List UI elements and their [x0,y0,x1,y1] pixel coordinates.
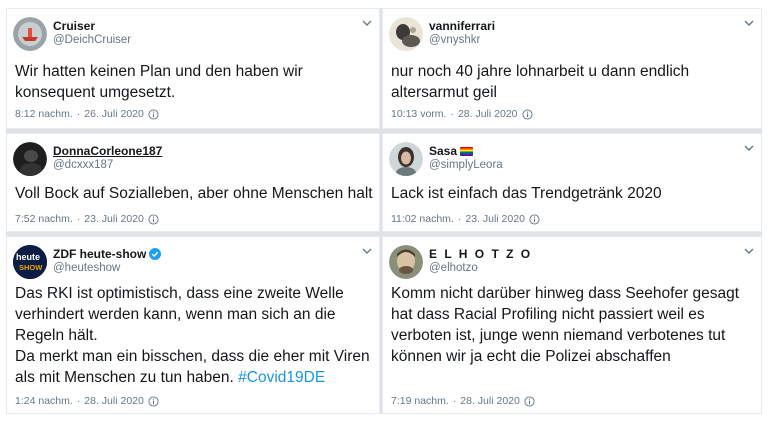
tweet-header: Cruiser @DeichCruiser [13,15,373,53]
meta-separator: · [76,213,81,225]
tweet-text: nur noch 40 jahre lohnarbeit u dann endl… [391,63,690,101]
tweet-header: DonnaCorleone187 @dcxxx187 [13,140,373,178]
info-icon[interactable] [521,108,533,120]
tweet-date[interactable]: 28. Juli 2020 [458,108,518,120]
tweet-text: Lack ist einfach das Trendgetränk 2020 [391,185,662,202]
chevron-down-icon[interactable] [361,245,373,257]
display-name[interactable]: Cruiser [53,19,353,33]
heute-show-logo[interactable]: heute SHOW [13,245,47,279]
chevron-down-icon[interactable] [743,17,755,29]
info-icon[interactable] [148,108,159,120]
user-handle[interactable]: @elhotzo [429,261,735,276]
user-handle[interactable]: @dcxxx187 [53,158,353,173]
tweet-text: Das RKI ist optimistisch, dass eine zwei… [15,283,373,388]
tweet-time[interactable]: 8:12 nachm. [15,108,73,120]
tweet-date[interactable]: 23. Juli 2020 [465,213,525,225]
tweet-card-donnacorleone[interactable]: DonnaCorleone187 @dcxxx187 Voll Bock auf… [6,133,380,232]
meta-separator: · [457,213,462,225]
meta-separator: · [452,395,457,407]
display-name[interactable]: Sasa [429,144,457,158]
tweet-text: Wir hatten keinen Plan und den haben wir… [15,63,303,101]
meta-separator: · [76,108,81,120]
tweet-text: Voll Bock auf Sozialleben, aber ohne Men… [15,185,373,202]
logo-text-show: SHOW [19,263,43,272]
tweet-time[interactable]: 1:24 nachm. [15,395,73,407]
meta-separator: · [76,395,81,407]
tweet-text: Komm nicht darüber hinweg dass Seehofer … [391,285,740,365]
face-avatar[interactable] [389,245,423,279]
user-handle[interactable]: @heuteshow [53,261,353,276]
tweet-meta: 7:52 nachm. · 23. Juli 2020 [15,213,159,225]
tweet-meta: 1:24 nachm. · 28. Juli 2020 [15,395,159,407]
tweet-card-cruiser[interactable]: Cruiser @DeichCruiser Wir hatten keinen … [6,8,380,129]
portrait-avatar[interactable] [389,142,423,176]
tweet-header: E L H O T Z O @elhotzo [389,243,755,281]
ship-avatar[interactable] [13,17,47,51]
tweet-header: heute SHOW ZDF heute-show @heuteshow [13,243,373,281]
display-name[interactable]: DonnaCorleone187 [53,144,353,158]
photo-avatar[interactable] [389,17,423,51]
tweet-card-vanniferrari[interactable]: vanniferrari @vnyshkr nur noch 40 jahre … [382,8,762,129]
tweet-header: Sasa @simplyLeora [389,140,755,178]
tweet-meta: 11:02 nachm. · 23. Juli 2020 [391,213,540,225]
tweet-card-sasa[interactable]: Sasa @simplyLeora Lack ist einfach das T… [382,133,762,232]
tweet-header: vanniferrari @vnyshkr [389,15,755,53]
dark-avatar[interactable] [13,142,47,176]
tweet-card-elhotzo[interactable]: E L H O T Z O @elhotzo Komm nicht darübe… [382,236,762,414]
chevron-down-icon[interactable] [743,245,755,257]
tweet-time[interactable]: 7:19 nachm. [391,395,449,407]
tweet-meta: 10:13 vorm. · 28. Juli 2020 [391,108,533,120]
chevron-down-icon[interactable] [361,17,373,29]
user-handle[interactable]: @simplyLeora [429,158,735,173]
tweet-date[interactable]: 28. Juli 2020 [84,395,144,407]
tweet-grid: Cruiser @DeichCruiser Wir hatten keinen … [6,8,762,414]
tweet-date[interactable]: 28. Juli 2020 [460,395,520,407]
hashtag-link[interactable]: #Covid19DE [238,369,325,386]
logo-text-heute: heute [16,252,40,262]
verified-badge-icon [149,248,162,260]
tweet-card-heuteshow[interactable]: heute SHOW ZDF heute-show @heuteshow Das… [6,236,380,414]
display-name[interactable]: vanniferrari [429,19,735,33]
display-name[interactable]: ZDF heute-show [53,247,146,261]
user-handle[interactable]: @DeichCruiser [53,33,353,48]
tweet-time[interactable]: 7:52 nachm. [15,213,73,225]
rainbow-flag-icon [460,146,474,156]
tweet-meta: 7:19 nachm. · 28. Juli 2020 [391,395,535,407]
tweet-time[interactable]: 10:13 vorm. [391,108,446,120]
info-icon[interactable] [524,395,535,407]
tweet-time[interactable]: 11:02 nachm. [391,213,454,225]
tweet-date[interactable]: 26. Juli 2020 [84,108,144,120]
tweet-meta: 8:12 nachm. · 26. Juli 2020 [15,108,159,120]
meta-separator: · [450,108,454,120]
info-icon[interactable] [148,395,159,407]
display-name[interactable]: E L H O T Z O [429,247,735,261]
tweet-date[interactable]: 23. Juli 2020 [84,213,144,225]
info-icon[interactable] [529,213,540,225]
info-icon[interactable] [148,213,159,225]
user-handle[interactable]: @vnyshkr [429,33,735,48]
chevron-down-icon[interactable] [743,142,755,154]
